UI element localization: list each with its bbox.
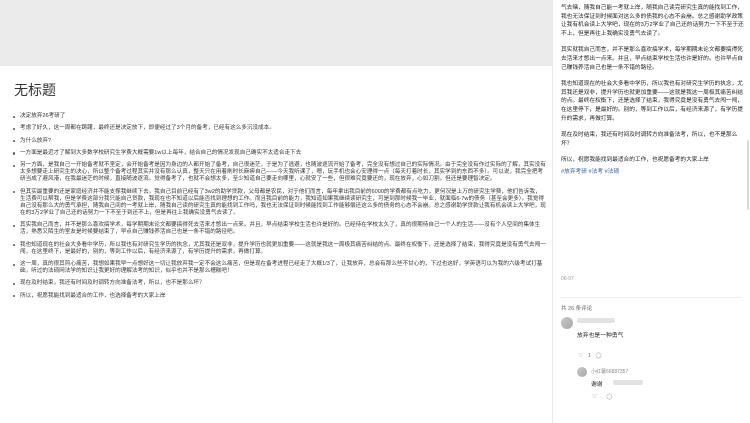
comment-icon[interactable]: ◯ — [595, 353, 602, 359]
note-list: 决定放弃26考研了 考虑了好久，这一周都在踌躇，最终还是决定放下，即便经过了3个… — [12, 113, 546, 305]
post-paragraph: 其实就我自己而言，并不是那么喜欢搞学术，每学期期末论文都要搞得死去活来才憋出一点… — [561, 47, 743, 71]
comment-author[interactable]: 小红薯66887357 — [591, 368, 628, 375]
list-item: 考虑了好久，这一周都在踌躇，最终还是决定放下，即便经过了3个月的备考，已经有这么… — [12, 125, 546, 132]
list-item: 所以，祝愿我能找到最适合的工作，也选择备考的大家上岸 — [12, 293, 546, 300]
post-paragraph: 所以，祝愿我能找到最适合的工作，也祝愿备考的大家上岸 — [561, 157, 709, 164]
list-item: 一方面是最近才了解到大多数学校研究生学费大概需要1w以上每年，结合自己的情况发现… — [12, 150, 546, 157]
avatar[interactable] — [577, 367, 587, 377]
list-item: 为什么放弃? — [12, 138, 546, 145]
list-item: 其实我自己而言，并不是那么喜欢搞学术，每学期期末论文都要搞得死去活来才憋出一点来… — [12, 222, 546, 236]
list-item: 决定放弃26考研了 — [12, 113, 546, 120]
avatar[interactable] — [561, 317, 573, 329]
comment-count: 共 26 条评论 — [561, 306, 593, 312]
post-paragraph: 现在及时结束，我还有时间及时调转方向准备法考，所以，也不是那么坏？ — [561, 132, 738, 147]
list-item: 现在及时结束，我还有时间及时调转方向准备法考，所以，也不是那么坏？ — [12, 280, 546, 287]
post-tags[interactable]: #放弃考研 #法考 #法硕 — [561, 168, 746, 177]
scrollbar[interactable] — [747, 140, 749, 210]
note-title: 无标题 — [14, 82, 56, 98]
post-body: 气去赌，随我自己能一考就上岸，随我自己读完研究生真的能找到工作，我也无法保证到时… — [561, 4, 746, 177]
divider — [561, 297, 742, 298]
heart-icon[interactable]: ♡ — [577, 353, 584, 359]
comment-text: 放弃也是一种勇气 — [577, 333, 624, 339]
heart-icon[interactable]: ♡ — [591, 394, 598, 400]
like-count: 1 — [588, 353, 592, 359]
post-paragraph: 我也知道现在的社会大多看中学历，所以我也有对研究生学历的执念，尤其我还是双非，提… — [561, 81, 743, 122]
note-card: 无标题 决定放弃26考研了 考虑了好久，这一周都在踌躇，最终还是决定放下，即便经… — [0, 66, 552, 423]
comment-icon[interactable]: ◯ — [606, 394, 613, 400]
comment-author[interactable] — [577, 318, 615, 323]
post-date: 06-07 — [561, 276, 574, 282]
redacted-text — [613, 380, 643, 385]
post-paragraph: 气去赌，随我自己能一考就上岸，随我自己读完研究生真的能找到工作，我也无法保证到时… — [561, 5, 744, 37]
comment-actions: ♡ ◯ — [591, 394, 613, 400]
list-item: 我也知道现在的社会大多看中学历，所以我也有对研究生学历的执念，尤其我还是双非，提… — [12, 242, 546, 256]
list-item: 另一方面，是我自己一开始备考就不坚定，会开始备考是因为身边的人都开始了备考，自己… — [12, 162, 546, 183]
list-item: 这一周，真的很其煎心痛苦，我想如果我早一点想好这一切让我放弃我一定不会这么痛苦，… — [12, 261, 546, 275]
post-panel[interactable]: 气去赌，随我自己能一考就上岸，随我自己读完研究生真的能找到工作，我也无法保证到时… — [553, 0, 750, 423]
comment-actions: ♡ 1 ◯ — [577, 353, 602, 359]
list-item: 但其实最重要的还是家庭经济并不能支撑我继续下去。我自己目前已经有了3w2的助学贷… — [12, 189, 546, 217]
comment-text: 谢谢 — [591, 382, 603, 388]
